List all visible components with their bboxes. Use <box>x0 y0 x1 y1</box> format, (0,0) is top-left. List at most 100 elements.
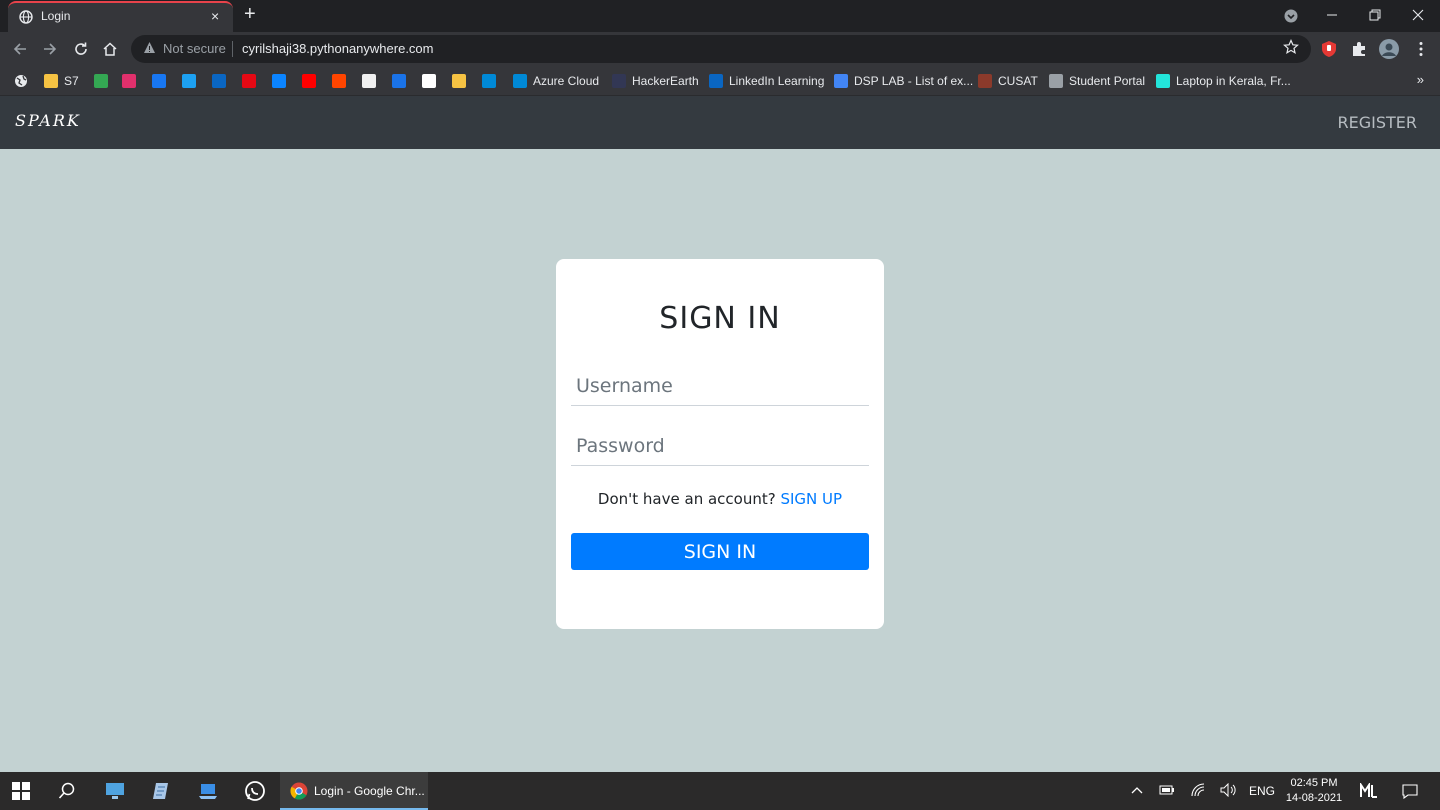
bookmark-favicon-icon <box>422 74 436 88</box>
signup-link[interactable]: SIGN UP <box>780 490 842 508</box>
bookmark-label: Laptop in Kerala, Fr... <box>1176 74 1291 88</box>
bookmark-favicon-icon <box>122 74 136 88</box>
bookmark-item[interactable] <box>332 72 346 90</box>
laptop-app-icon[interactable] <box>197 780 219 802</box>
bookmark-favicon-icon <box>94 74 108 88</box>
brand-logo[interactable]: SPARK <box>15 111 81 130</box>
not-secure-label[interactable]: Not secure <box>163 41 226 56</box>
bookmark-favicon-icon <box>152 74 166 88</box>
address-separator <box>232 41 233 57</box>
bookmark-favicon-icon <box>182 74 196 88</box>
profile-avatar[interactable] <box>1379 39 1399 59</box>
bookmark-item[interactable] <box>482 72 496 90</box>
bookmark-item[interactable]: CUSAT <box>978 72 1038 90</box>
username-input[interactable] <box>571 366 869 406</box>
system-clock[interactable]: 02:45 PM 14-08-2021 <box>1284 776 1344 806</box>
bookmark-favicon-icon <box>44 74 58 88</box>
signup-prompt-text: Don't have an account? <box>597 490 776 508</box>
bookmark-item[interactable] <box>94 72 108 90</box>
bookmark-favicon-icon <box>362 74 376 88</box>
chevron-up-icon[interactable] <box>1131 785 1143 795</box>
bookmark-favicon-icon <box>834 74 848 88</box>
bookmark-favicon-icon <box>242 74 256 88</box>
bookmark-item[interactable]: Azure Cloud <box>513 72 599 90</box>
bookmark-item[interactable]: Laptop in Kerala, Fr... <box>1156 72 1291 90</box>
os-taskbar: Login - Google Chr... ENG 02:45 PM 14-08… <box>0 772 1440 810</box>
url-text[interactable]: cyrilshaji38.pythonanywhere.com <box>242 41 433 56</box>
bookmark-favicon-icon <box>612 74 626 88</box>
bookmark-item[interactable]: LinkedIn Learning <box>709 72 824 90</box>
browser-tab-strip: Login × + <box>0 0 1440 32</box>
bookmark-item[interactable] <box>452 72 466 90</box>
wifi-icon[interactable] <box>1190 783 1206 797</box>
bookmark-item[interactable]: HackerEarth <box>612 72 699 90</box>
bookmark-label: Student Portal <box>1069 74 1146 88</box>
home-icon[interactable] <box>102 41 118 57</box>
bookmark-favicon-icon <box>452 74 466 88</box>
close-tab-icon[interactable]: × <box>211 8 219 24</box>
warning-icon[interactable] <box>143 41 156 54</box>
bookmark-favicon-icon <box>272 74 286 88</box>
clock-date: 14-08-2021 <box>1285 792 1343 804</box>
extension-shield-icon[interactable] <box>1320 40 1338 58</box>
bookmark-favicon-icon <box>978 74 992 88</box>
bookmark-item[interactable]: Student Portal <box>1049 72 1145 90</box>
bookmark-item[interactable] <box>422 72 436 90</box>
browser-menu-icon[interactable] <box>1412 40 1430 58</box>
meet-now-icon[interactable] <box>1359 783 1379 799</box>
bookmark-item[interactable] <box>302 72 316 90</box>
forward-icon[interactable] <box>42 41 58 57</box>
bookmark-item[interactable] <box>182 72 196 90</box>
bookmark-item[interactable]: DSP LAB - List of ex... <box>834 72 973 90</box>
extensions-puzzle-icon[interactable] <box>1350 40 1368 58</box>
minimize-icon[interactable] <box>1326 9 1338 21</box>
bookmark-item[interactable] <box>242 72 256 90</box>
bookmark-label: Azure Cloud <box>533 74 600 88</box>
browser-toolbar: Not secure cyrilshaji38.pythonanywhere.c… <box>0 32 1440 66</box>
taskbar-chrome-app[interactable]: Login - Google Chr... <box>280 772 428 810</box>
bookmark-favicon-icon <box>332 74 346 88</box>
this-pc-icon[interactable] <box>104 780 126 802</box>
bookmark-favicon-icon <box>482 74 496 88</box>
tab-search-icon[interactable] <box>1284 9 1298 23</box>
bookmark-item[interactable]: S7 <box>44 72 79 90</box>
clock-time: 02:45 PM <box>1290 777 1338 789</box>
restore-icon[interactable] <box>1369 9 1381 21</box>
bookmark-favicon-icon <box>212 74 226 88</box>
site-navbar: SPARK REGISTER <box>0 96 1440 149</box>
bookmark-favicon-icon <box>302 74 316 88</box>
bookmark-item[interactable] <box>152 72 166 90</box>
bookmark-label: S7 <box>64 74 79 88</box>
bookmark-item[interactable] <box>272 72 286 90</box>
tab-title: Login <box>41 9 71 23</box>
close-window-icon[interactable] <box>1412 9 1424 21</box>
bookmark-item[interactable] <box>362 72 376 90</box>
password-input[interactable] <box>571 426 869 466</box>
battery-icon[interactable] <box>1159 784 1175 796</box>
bookmark-item[interactable] <box>212 72 226 90</box>
bookmark-item[interactable] <box>392 72 406 90</box>
back-icon[interactable] <box>12 41 28 57</box>
address-bar[interactable]: Not secure cyrilshaji38.pythonanywhere.c… <box>131 35 1311 63</box>
bookmarks-bar: » S7 Azure Cloud HackerEarth LinkedIn Learn… <box>0 66 1440 96</box>
signin-button[interactable]: SIGN IN <box>571 533 869 570</box>
windows-start-icon[interactable] <box>12 782 30 800</box>
volume-icon[interactable] <box>1219 783 1237 797</box>
register-link[interactable]: REGISTER <box>1338 113 1418 132</box>
bookmark-star-icon[interactable] <box>1283 39 1299 55</box>
search-icon[interactable] <box>58 782 76 800</box>
reload-icon[interactable] <box>73 41 89 57</box>
notifications-icon[interactable] <box>1402 783 1418 799</box>
bookmark-favicon-icon <box>392 74 406 88</box>
login-card: SIGN IN Don't have an account? SIGN UP S… <box>556 259 884 629</box>
notepad-icon[interactable] <box>150 780 172 802</box>
new-tab-button[interactable]: + <box>244 3 256 26</box>
bookmark-item[interactable] <box>122 72 136 90</box>
language-indicator[interactable]: ENG <box>1249 784 1275 798</box>
browser-tab[interactable]: Login × <box>8 1 233 32</box>
globe-icon[interactable] <box>14 74 28 88</box>
bookmarks-overflow-button[interactable]: » <box>1417 72 1424 87</box>
bookmark-favicon-icon <box>1049 74 1063 88</box>
bookmark-label: LinkedIn Learning <box>729 74 825 88</box>
whatsapp-icon[interactable] <box>244 780 266 802</box>
